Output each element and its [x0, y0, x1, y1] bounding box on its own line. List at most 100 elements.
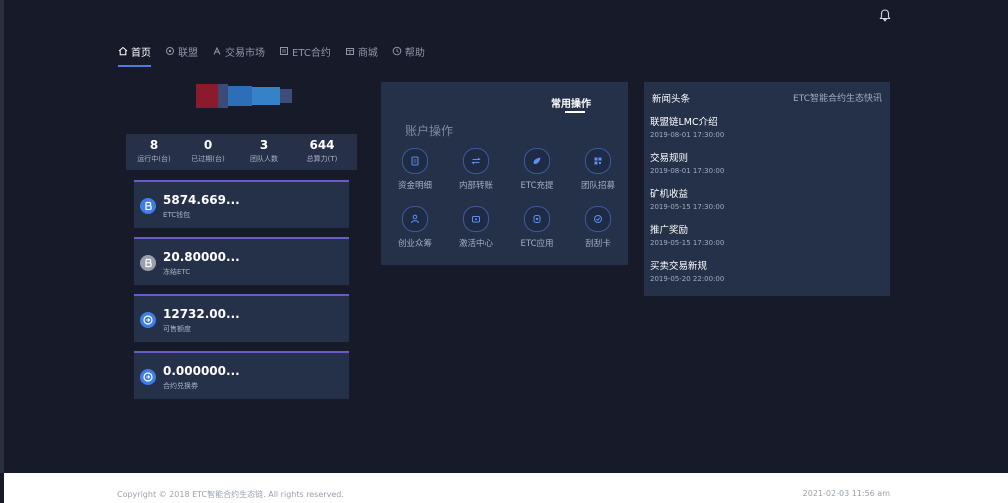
nav-help[interactable]: 帮助 [392, 42, 425, 60]
op-scratch-card[interactable]: 刮刮卡 [573, 206, 623, 249]
scratch-card-icon [585, 206, 611, 232]
stat-label: 团队人数 [250, 155, 278, 163]
op-label: 内部转账 [458, 181, 493, 191]
stat-hashrate: 644 总算力(T) [294, 138, 350, 164]
wallet-amount: 0.000000... [163, 364, 240, 378]
nav-market-label: 交易市场 [225, 47, 265, 59]
news-item-date: 2019-05-15 17:30:00 [650, 239, 725, 247]
wallet-amount: 20.80000... [163, 250, 240, 264]
stat-label: 总算力(T) [306, 155, 338, 163]
news-panel: 新闻头条 ETC智能合约生态快讯 联盟链LMC介绍 2019-08-01 17:… [644, 82, 890, 296]
nav-contract[interactable]: ETC合约 [279, 42, 331, 60]
stat-value: 644 [309, 138, 335, 152]
op-label: ETC充提 [520, 181, 554, 191]
app-icon [524, 206, 550, 232]
voucher-coin-icon [140, 369, 156, 385]
news-item-date: 2019-08-01 17:30:00 [650, 167, 725, 175]
wallet-label: 冻结ETC [163, 268, 191, 276]
deposit-icon [524, 148, 550, 174]
footer: Copyright © 2018 ETC智能合约生态链. All rights … [4, 473, 1008, 503]
op-team-recruit[interactable]: 团队招募 [573, 148, 623, 191]
wallet-card-etc[interactable]: 5874.669... ETC钱包 [134, 180, 349, 228]
news-item[interactable]: 矿机收益 2019-05-15 17:30:00 [650, 188, 724, 211]
transfer-icon [463, 148, 489, 174]
news-item-title: 买卖交易新规 [650, 261, 708, 272]
footer-datetime: 2021-02-03 11:56 am [802, 489, 890, 498]
news-item-title: 交易规则 [650, 153, 689, 164]
stat-label: 已过期(台) [191, 155, 225, 163]
qrcode-icon [585, 148, 611, 174]
nav-home[interactable]: 首页 [118, 42, 151, 67]
wallet-label: ETC钱包 [163, 211, 191, 219]
main-nav: 首页 联盟 交易市场 ETC合约 商城 帮助 [118, 42, 425, 67]
op-label: 激活中心 [458, 239, 493, 249]
news-title: 新闻头条 [652, 94, 691, 105]
news-subtitle[interactable]: ETC智能合约生态快讯 [793, 91, 882, 104]
stat-team: 3 团队人数 [236, 138, 292, 164]
news-item-title: 推广奖励 [650, 225, 689, 236]
wallet-label: 可售额度 [163, 325, 191, 333]
op-transfer[interactable]: 内部转账 [451, 148, 501, 191]
stat-label: 运行中(台) [137, 155, 171, 163]
wallet-card-quota[interactable]: 12732.00... 可售额度 [134, 294, 349, 342]
op-label: 团队招募 [580, 181, 615, 191]
wallet-label: 合约兑换券 [163, 382, 198, 390]
nav-help-label: 帮助 [404, 47, 425, 59]
news-item[interactable]: 交易规则 2019-08-01 17:30:00 [650, 152, 724, 175]
op-label: 创业众筹 [397, 239, 432, 249]
fund-detail-icon [402, 148, 428, 174]
left-edge [0, 0, 4, 473]
account-stats: 8 运行中(台) 0 已过期(台) 3 团队人数 644 总算力(T) [126, 134, 357, 170]
home-icon [118, 46, 128, 56]
op-label: ETC应用 [520, 239, 554, 249]
bell-icon[interactable] [878, 7, 892, 22]
help-icon [392, 46, 402, 56]
nav-market[interactable]: 交易市场 [212, 42, 265, 60]
tab-common-operations[interactable]: 常用操作 [551, 95, 591, 110]
nav-mall-label: 商城 [357, 47, 378, 59]
nav-home-label: 首页 [131, 47, 151, 59]
market-icon [213, 46, 221, 55]
alliance-icon [166, 47, 174, 55]
crowdfund-icon [402, 206, 428, 232]
news-item-title: 联盟链LMC介绍 [650, 117, 718, 128]
stat-running: 8 运行中(台) [126, 138, 182, 164]
wallet-card-voucher[interactable]: 0.000000... 合约兑换券 [134, 351, 349, 399]
news-item-title: 矿机收益 [650, 189, 689, 200]
op-label: 刮刮卡 [585, 239, 611, 249]
nav-alliance-label: 联盟 [178, 47, 198, 59]
news-item[interactable]: 联盟链LMC介绍 2019-08-01 17:30:00 [650, 116, 724, 139]
user-avatar-blurred [196, 84, 292, 108]
etc-coin-icon [140, 198, 156, 214]
account-operations-title: 账户操作 [405, 124, 454, 138]
wallet-amount: 5874.669... [163, 193, 240, 207]
wallet-card-frozen[interactable]: 20.80000... 冻结ETC [134, 237, 349, 285]
op-activate[interactable]: 激活中心 [451, 206, 501, 249]
nav-mall[interactable]: 商城 [345, 42, 378, 60]
mall-icon [345, 48, 354, 55]
stat-value: 0 [203, 138, 213, 152]
news-item[interactable]: 推广奖励 2019-05-15 17:30:00 [650, 224, 724, 247]
top-bar [4, 0, 1008, 30]
frozen-coin-icon [140, 255, 156, 271]
op-crowdfund[interactable]: 创业众筹 [390, 206, 440, 249]
op-etc-app[interactable]: ETC应用 [512, 206, 562, 249]
news-item[interactable]: 买卖交易新规 2019-05-20 22:00:00 [650, 260, 724, 283]
op-label: 资金明细 [397, 181, 432, 191]
footer-copyright: Copyright © 2018 ETC智能合约生态链. All rights … [117, 490, 344, 499]
stat-expired: 0 已过期(台) [180, 138, 236, 164]
news-item-date: 2019-05-20 22:00:00 [650, 275, 725, 283]
op-fund-detail[interactable]: 资金明细 [390, 148, 440, 191]
nav-contract-label: ETC合约 [292, 47, 331, 59]
contract-icon [280, 47, 288, 55]
nav-alliance[interactable]: 联盟 [165, 42, 198, 60]
operations-panel: 常用操作 账户操作 资金明细 内部转账 ETC充提 团队招募 创业众筹 激活中心… [381, 82, 628, 265]
quota-coin-icon [140, 312, 156, 328]
op-deposit[interactable]: ETC充提 [512, 148, 562, 191]
stat-value: 8 [149, 138, 159, 152]
activate-icon [463, 206, 489, 232]
stat-value: 3 [259, 138, 269, 152]
news-item-date: 2019-08-01 17:30:00 [650, 131, 725, 139]
tab-underline [565, 111, 585, 113]
wallet-amount: 12732.00... [163, 307, 240, 321]
